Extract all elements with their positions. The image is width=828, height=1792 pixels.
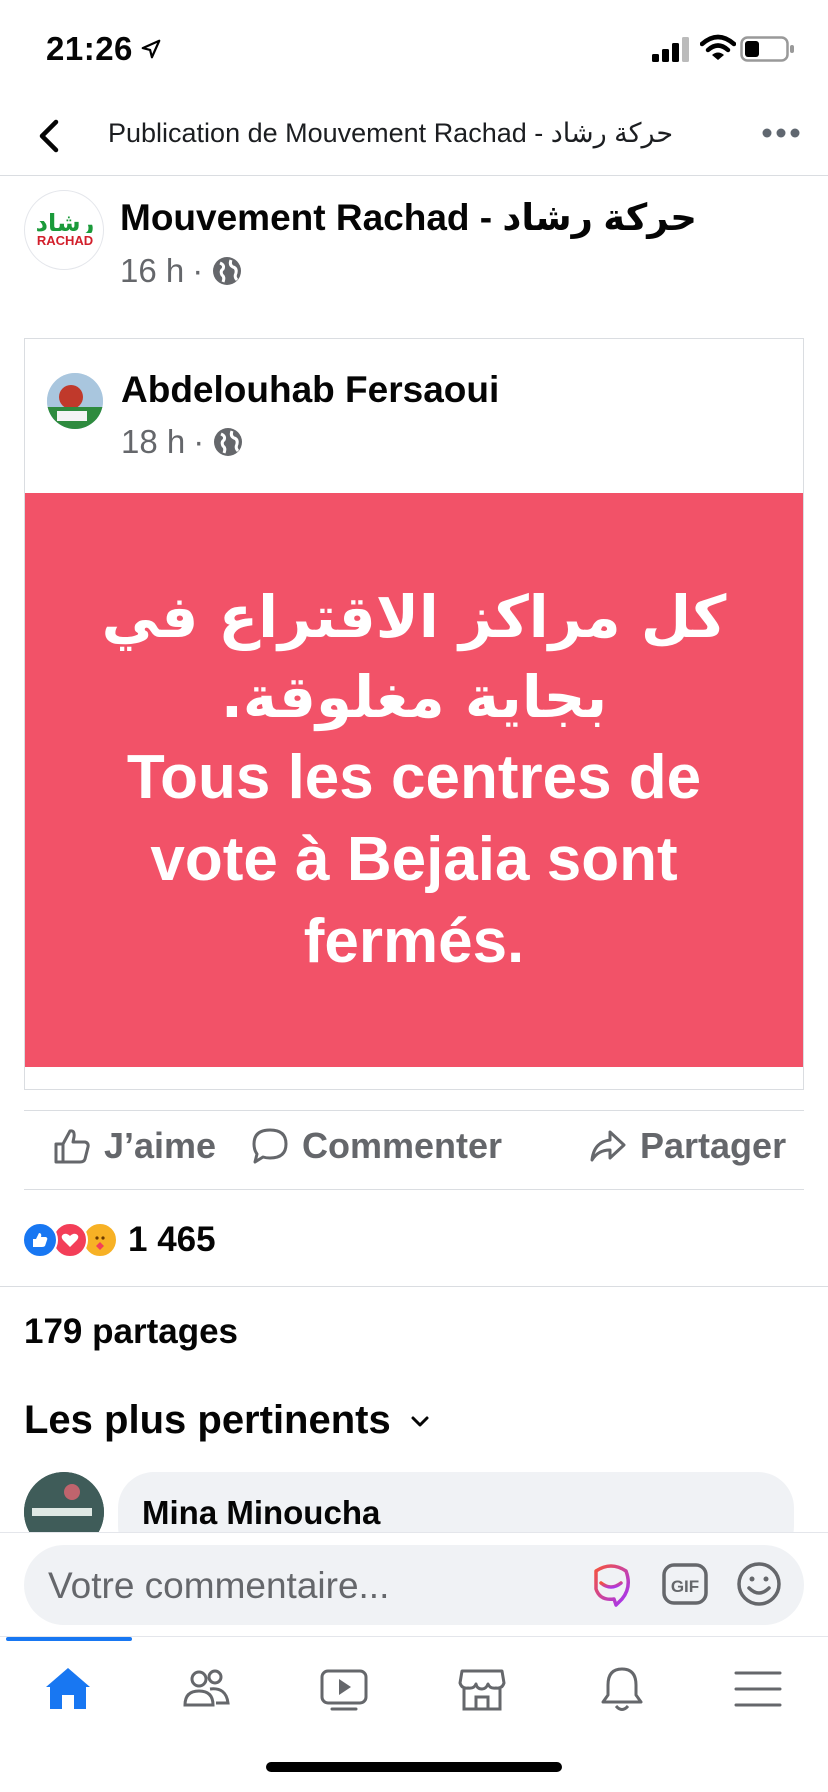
watch-tab[interactable]: [314, 1659, 374, 1719]
avatar-sticker-icon[interactable]: [586, 1559, 636, 1609]
comment-item: Mina Minoucha: [24, 1472, 804, 1532]
home-tab[interactable]: [38, 1659, 98, 1719]
top-nav-bar: Publication de Mouvement Rachad - حركة ر…: [0, 100, 828, 176]
emoji-icon[interactable]: [734, 1559, 784, 1609]
notifications-tab[interactable]: [592, 1659, 652, 1719]
watch-icon: [320, 1669, 368, 1711]
cellular-signal-icon: [652, 37, 689, 62]
rachad-logo-icon: رشاد RACHAD: [29, 209, 101, 248]
like-label: J’aime: [104, 1125, 217, 1166]
battery-icon: [740, 36, 794, 62]
shared-post-time[interactable]: 18 h: [121, 423, 185, 461]
like-button[interactable]: J’aime: [52, 1125, 216, 1167]
share-button[interactable]: Partager: [588, 1125, 786, 1167]
chevron-down-icon: [411, 1416, 429, 1426]
commenter-photo-icon: [24, 1472, 104, 1532]
comment-sort-dropdown[interactable]: Les plus pertinents: [24, 1398, 431, 1443]
home-indicator: [266, 1762, 562, 1772]
back-chevron-icon[interactable]: [30, 114, 70, 158]
post-text-banner: كل مراكز الاقتراع في بجاية مغلوقة. Tous …: [25, 493, 803, 1067]
comment-button[interactable]: Commenter: [250, 1125, 502, 1167]
banner-french-line1: Tous les centres de: [126, 743, 702, 812]
meta-separator: ·: [192, 252, 204, 289]
svg-text:GIF: GIF: [671, 1577, 699, 1596]
comment-composer: Votre commentaire... GIF: [0, 1532, 828, 1638]
page-name[interactable]: Mouvement Rachad - حركة رشاد: [120, 196, 697, 239]
status-bar: 21:26: [0, 0, 828, 100]
shares-count[interactable]: 179 partages: [24, 1312, 238, 1352]
menu-tab[interactable]: [728, 1659, 788, 1719]
marketplace-icon: [458, 1669, 506, 1711]
friends-tab[interactable]: [176, 1659, 236, 1719]
wifi-icon: [700, 34, 736, 60]
more-options-icon[interactable]: [760, 118, 802, 148]
meta-separator: ·: [193, 423, 205, 460]
gif-icon[interactable]: GIF: [660, 1559, 710, 1609]
divider: [0, 1286, 828, 1287]
author-avatar[interactable]: [47, 373, 103, 429]
globe-icon: [214, 428, 243, 456]
menu-icon: [734, 1671, 782, 1707]
post-time[interactable]: 16 h: [120, 252, 184, 290]
sort-label: Les plus pertinents: [24, 1398, 391, 1442]
location-arrow-icon: [141, 39, 161, 59]
status-time: 21:26: [46, 30, 133, 67]
like-reaction-icon: [22, 1222, 58, 1258]
notifications-icon: [601, 1667, 643, 1711]
banner-arabic-line2: بجاية مغلوقة.: [220, 663, 608, 731]
reaction-count: 1 465: [128, 1220, 216, 1259]
shared-post[interactable]: Abdelouhab Fersaoui 18 h · كل مراكز الاق…: [24, 338, 804, 1090]
commenter-name[interactable]: Mina Minoucha: [142, 1494, 380, 1532]
shared-author-name[interactable]: Abdelouhab Fersaoui: [121, 369, 499, 411]
comment-input[interactable]: Votre commentaire... GIF: [24, 1545, 804, 1625]
comment-placeholder: Votre commentaire...: [48, 1565, 390, 1606]
nav-title: Publication de Mouvement Rachad - حركة ر…: [108, 118, 674, 148]
post-meta: 16 h ·: [120, 252, 243, 290]
share-arrow-icon: [590, 1130, 626, 1162]
comment-bubble-icon: [252, 1128, 288, 1164]
banner-french-line3: fermés.: [303, 907, 525, 976]
shared-post-meta: 18 h ·: [121, 423, 244, 461]
active-tab-indicator: [6, 1637, 132, 1641]
post-header: رشاد RACHAD Mouvement Rachad - حركة رشاد…: [24, 190, 804, 300]
banner-french-line2: vote à Bejaia sont: [150, 825, 678, 894]
home-icon: [46, 1668, 90, 1709]
author-photo-icon: [47, 373, 103, 429]
svg-text:RACHAD: RACHAD: [37, 233, 93, 248]
comment-label: Commenter: [302, 1125, 503, 1166]
banner-arabic-line1: كل مراكز الاقتراع في: [101, 583, 727, 651]
reactions-summary[interactable]: 1 465: [22, 1218, 216, 1262]
globe-icon: [213, 257, 242, 285]
commenter-avatar[interactable]: [24, 1472, 104, 1532]
share-label: Partager: [640, 1125, 787, 1166]
post-action-bar: J’aime Commenter Partager: [24, 1110, 804, 1190]
friends-icon: [183, 1669, 230, 1707]
thumbs-up-icon: [54, 1129, 90, 1164]
marketplace-tab[interactable]: [452, 1659, 512, 1719]
comment-bubble[interactable]: Mina Minoucha: [118, 1472, 794, 1532]
page-avatar[interactable]: رشاد RACHAD: [24, 190, 104, 270]
